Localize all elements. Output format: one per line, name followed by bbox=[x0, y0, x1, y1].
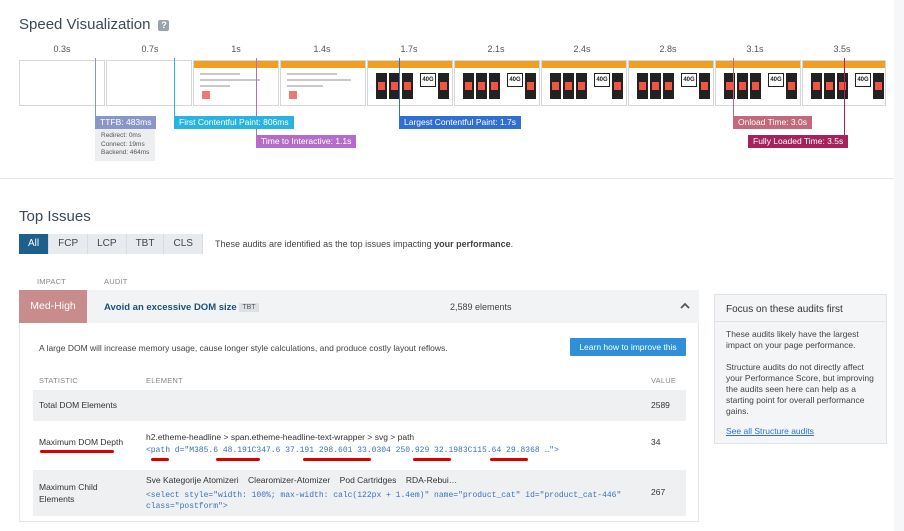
element-code-snippet[interactable]: <select style="width: 100%; max-width: c… bbox=[146, 490, 636, 512]
help-icon[interactable]: ? bbox=[158, 19, 170, 31]
ttfb-label: TTFB: 483ms bbox=[95, 116, 157, 129]
filmstrip-frame-loaded[interactable]: 40G bbox=[541, 60, 627, 106]
page-scrollbar[interactable] bbox=[894, 0, 904, 531]
annotation-underline bbox=[413, 458, 451, 461]
tab-fcp[interactable]: FCP bbox=[49, 234, 89, 254]
focus-panel-title: Focus on these audits first bbox=[726, 304, 843, 315]
stat-value: 2589 bbox=[651, 400, 670, 410]
filmstrip-frame-loaded[interactable]: 40G bbox=[454, 60, 540, 106]
tab-lcp[interactable]: LCP bbox=[88, 234, 127, 254]
statistic-column-header: STATISTIC bbox=[39, 376, 79, 385]
stat-total-dom-elements: Total DOM Elements bbox=[39, 400, 117, 410]
timeline-tick: 3.1s bbox=[746, 44, 764, 54]
timeline-tick: 0.3s bbox=[53, 44, 71, 54]
timeline-tick: 0.7s bbox=[141, 44, 159, 54]
timeline-tick: 3.5s bbox=[833, 44, 851, 54]
learn-how-button[interactable]: Learn how to improve this bbox=[570, 338, 686, 356]
fully-loaded-marker-line bbox=[844, 58, 845, 135]
tab-all[interactable]: All bbox=[19, 234, 50, 254]
collapse-chevron-icon[interactable] bbox=[675, 296, 695, 316]
tab-cls[interactable]: CLS bbox=[164, 234, 203, 254]
speed-title-text: Speed Visualization bbox=[19, 16, 151, 33]
filmstrip-frame-partial[interactable] bbox=[193, 60, 279, 106]
fully-loaded-label: Fully Loaded Time: 3.5s bbox=[748, 135, 849, 148]
audit-elements-count: 2,589 elements bbox=[450, 302, 512, 312]
issue-filter-tabs: All FCP LCP TBT CLS bbox=[19, 234, 203, 254]
timeline-tick: 1s bbox=[231, 44, 241, 54]
desc-bold: your performance bbox=[434, 239, 511, 249]
panel-spacer bbox=[726, 323, 904, 324]
audit-column-header: AUDIT bbox=[104, 277, 128, 286]
annotation-underline bbox=[40, 450, 114, 453]
annotation-underline bbox=[490, 458, 528, 461]
desc-suffix: . bbox=[510, 239, 514, 249]
value-column-header: VALUE bbox=[651, 376, 677, 385]
filmstrip-frame-partial[interactable] bbox=[280, 60, 366, 106]
audit-name-text: Avoid an excessive DOM size bbox=[104, 302, 237, 313]
tab-tbt[interactable]: TBT bbox=[126, 234, 165, 254]
ttfb-redirect: Redirect: 0ms bbox=[101, 132, 142, 139]
impact-badge: Med-High bbox=[19, 290, 87, 323]
ttfb-marker-line bbox=[95, 58, 96, 116]
timeline-tick: 2.1s bbox=[487, 44, 505, 54]
element-code-snippet[interactable]: <path d="M385.6 48.191C347.6 37.191 298.… bbox=[146, 446, 559, 455]
onload-label: Onload Time: 3.0s bbox=[733, 116, 812, 129]
impact-column-header: IMPACT bbox=[37, 277, 66, 286]
element-option-text: Sve Kategorije Atomizeri Clearomizer-Ato… bbox=[146, 475, 458, 485]
stat-value: 267 bbox=[651, 487, 666, 497]
stat-value: 34 bbox=[651, 437, 661, 447]
top-issues-description: These audits are identified as the top i… bbox=[215, 239, 513, 249]
ttfb-backend: Backend: 464ms bbox=[101, 149, 150, 156]
speed-visualization-title: Speed Visualization? bbox=[19, 16, 170, 33]
stat-max-child-elements: Maximum Child Elements bbox=[39, 482, 98, 504]
timeline-tick: 1.7s bbox=[400, 44, 418, 54]
audit-name[interactable]: Avoid an excessive DOM size TBT bbox=[104, 302, 259, 313]
fcp-marker-line bbox=[174, 58, 175, 116]
section-divider bbox=[0, 178, 904, 179]
top-issues-title: Top Issues bbox=[19, 208, 91, 225]
annotation-underline bbox=[216, 458, 260, 461]
ttfb-breakdown: Redirect: 0ms Connect: 19ms Backend: 464… bbox=[95, 129, 156, 161]
filmstrip-frame-loaded[interactable]: 40G bbox=[367, 60, 453, 106]
element-column-header: ELEMENT bbox=[146, 376, 183, 385]
annotation-underline bbox=[151, 458, 169, 461]
lcp-marker-line bbox=[399, 58, 400, 116]
timeline-tick: 1.4s bbox=[313, 44, 331, 54]
onload-marker-line bbox=[733, 58, 734, 116]
annotation-underline bbox=[303, 458, 371, 461]
timeline-tick: 2.4s bbox=[573, 44, 591, 54]
desc-prefix: These audits are identified as the top i… bbox=[215, 239, 435, 249]
filmstrip-frame-blank[interactable] bbox=[106, 60, 192, 106]
timeline-tick: 2.8s bbox=[659, 44, 677, 54]
filmstrip-frame-loaded[interactable]: 40G bbox=[628, 60, 714, 106]
focus-panel-paragraph-2: Structure audits do not directly affect … bbox=[726, 362, 874, 416]
stat-max-dom-depth: Maximum DOM Depth bbox=[39, 437, 124, 447]
see-all-structure-audits-link[interactable]: See all Structure audits bbox=[726, 426, 814, 436]
tbt-badge: TBT bbox=[239, 302, 259, 312]
lcp-label: Largest Contentful Paint: 1.7s bbox=[399, 116, 521, 129]
tti-label: Time to Interactive: 1.1s bbox=[256, 135, 357, 148]
filmstrip-frame-blank[interactable] bbox=[19, 60, 105, 106]
table-row bbox=[33, 390, 686, 421]
focus-panel-divider bbox=[714, 321, 887, 322]
element-path: h2.etheme-headline > span.etheme-headlin… bbox=[146, 432, 415, 442]
filmstrip-frame-loaded[interactable]: 40G bbox=[715, 60, 801, 106]
ttfb-connect: Connect: 19ms bbox=[101, 140, 145, 148]
focus-panel-paragraph-1: These audits likely have the largest imp… bbox=[726, 329, 859, 350]
audit-explanation: A large DOM will increase memory usage, … bbox=[39, 343, 448, 353]
fcp-label: First Contentful Paint: 806ms bbox=[174, 116, 294, 129]
